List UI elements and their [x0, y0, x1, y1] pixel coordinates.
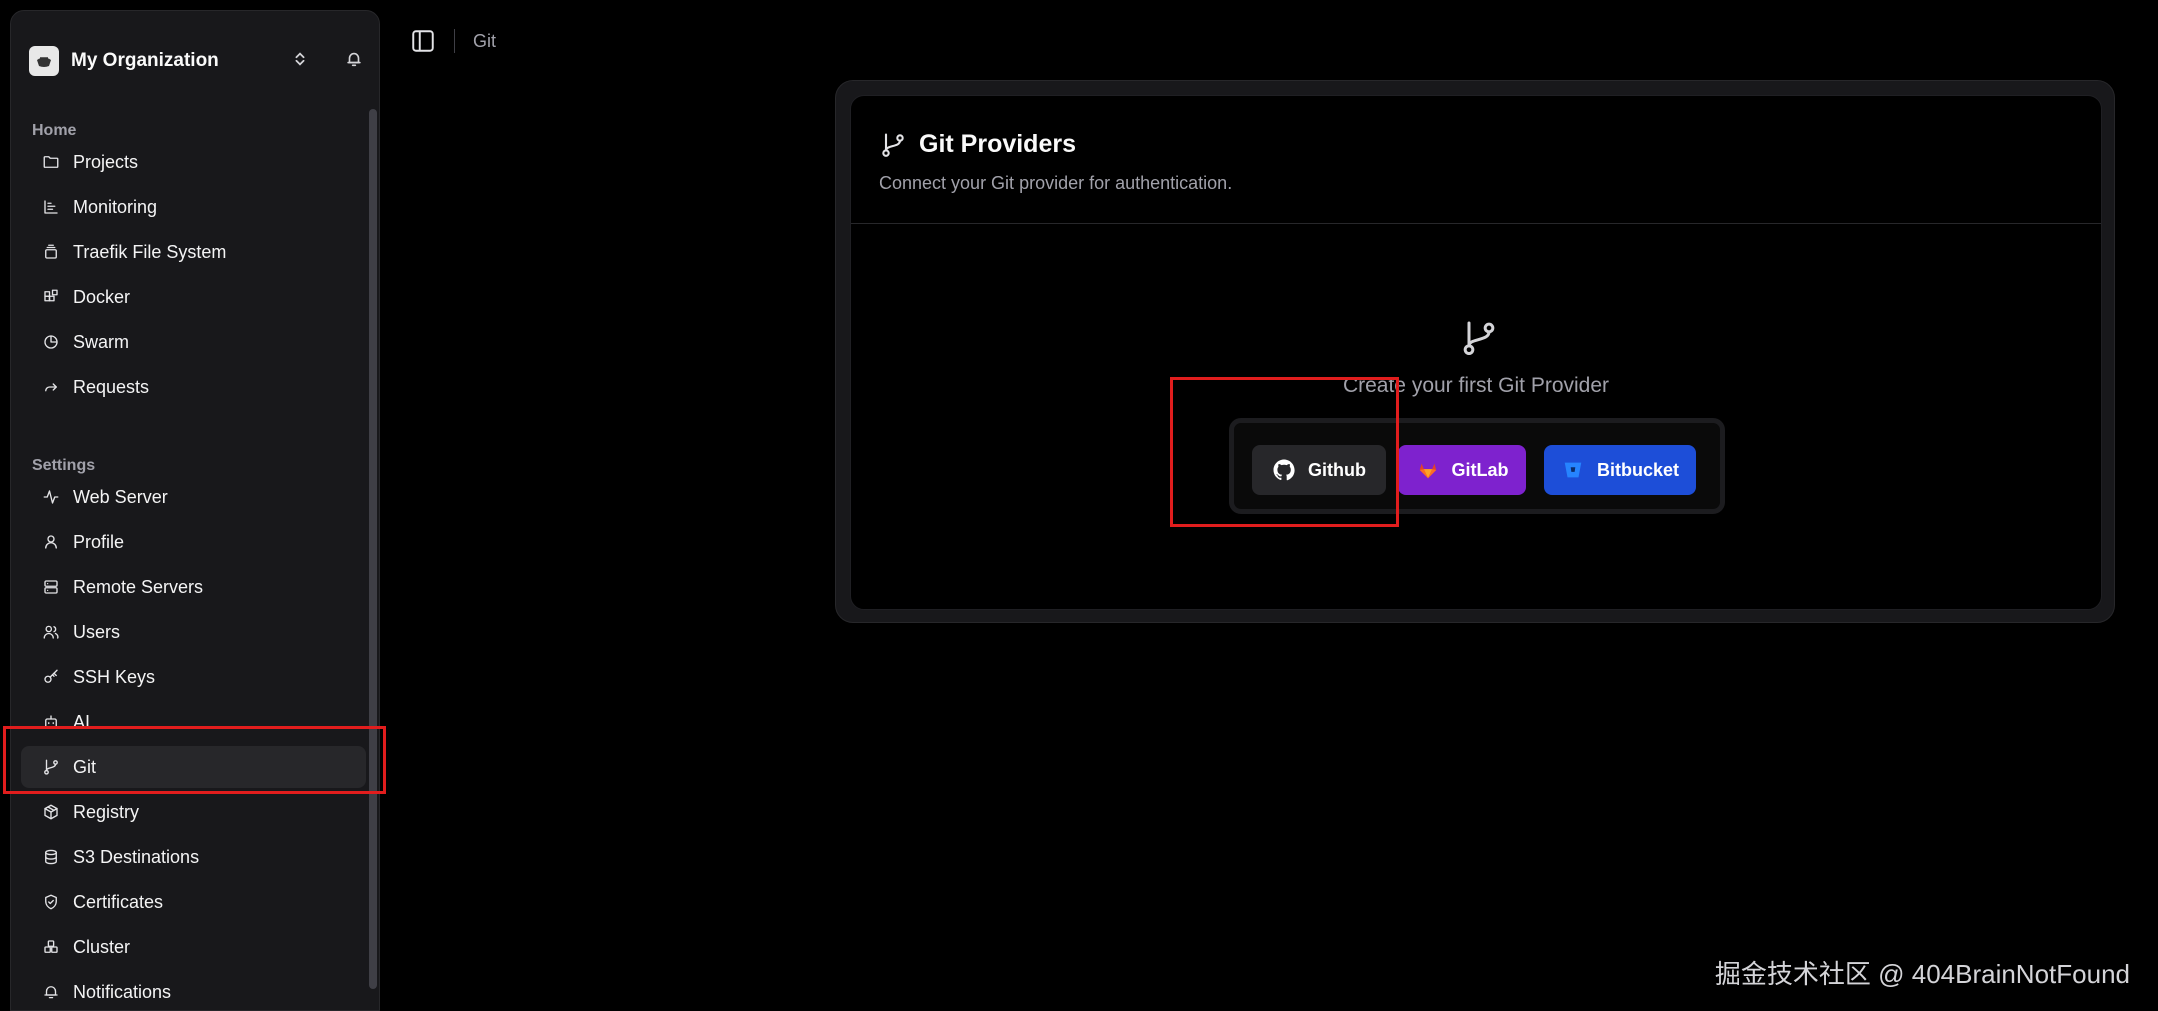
bitbucket-icon — [1561, 458, 1585, 482]
sidebar-item-label: SSH Keys — [73, 666, 156, 687]
github-button[interactable]: Github — [1252, 445, 1386, 495]
section-label-settings: Settings — [32, 457, 96, 474]
gitlab-button[interactable]: GitLab — [1398, 445, 1526, 495]
org-switcher[interactable]: My Organization — [29, 33, 369, 89]
user-icon — [41, 532, 61, 552]
git-providers-card: Git Providers Connect your Git provider … — [850, 95, 2102, 610]
activity-icon — [41, 487, 61, 507]
sidebar-item-label: S3 Destinations — [73, 846, 200, 867]
section-label-home: Home — [32, 122, 77, 139]
git-providers-card-frame: Git Providers Connect your Git provider … — [835, 80, 2115, 623]
breadcrumb[interactable]: Git — [473, 31, 496, 52]
sidebar-item-remote-servers[interactable]: Remote Servers — [21, 566, 366, 608]
sidebar-item-label: Docker — [73, 286, 131, 307]
sidebar-item-label: Monitoring — [73, 196, 158, 217]
package-icon — [41, 802, 61, 822]
org-name: My Organization — [71, 50, 219, 71]
sidebar-item-label: Registry — [73, 801, 140, 822]
sidebar-item-s3-destinations[interactable]: S3 Destinations — [21, 836, 366, 878]
git-branch-icon — [1459, 318, 1499, 358]
empty-state-text: Create your first Git Provider — [1342, 374, 1610, 397]
sidebar-item-notifications[interactable]: Notifications — [21, 971, 366, 1010]
sidebar-item-label: Git — [73, 756, 97, 777]
watermark: 掘金技术社区 @ 404BrainNotFound — [1714, 959, 2130, 989]
chevrons-up-down-icon[interactable] — [285, 50, 315, 73]
sidebar-item-label: Swarm — [73, 331, 130, 352]
sidebar-item-label: Web Server — [73, 486, 168, 507]
sidebar-item-label: Cluster — [73, 936, 131, 957]
sidebar-item-certificates[interactable]: Certificates — [21, 881, 366, 923]
shield-check-icon — [41, 892, 61, 912]
database-icon — [41, 847, 61, 867]
sidebar-item-monitoring[interactable]: Monitoring — [21, 186, 366, 228]
sidebar-item-docker[interactable]: Docker — [21, 276, 366, 318]
sidebar-item-ssh-keys[interactable]: SSH Keys — [21, 656, 366, 698]
bitbucket-button-label: Bitbucket — [1596, 459, 1679, 480]
provider-buttons-group: Github GitLab Bitbucket — [1229, 418, 1725, 514]
sidebar-item-label: Projects — [73, 151, 139, 172]
sidebar: My Organization Home Projects Monitoring T… — [10, 10, 380, 1011]
sidebar-item-ai[interactable]: AI — [21, 701, 366, 743]
blocks-icon — [41, 287, 61, 307]
file-stack-icon — [41, 242, 61, 262]
gitlab-icon — [1416, 458, 1440, 482]
sidebar-item-label: Remote Servers — [73, 576, 204, 597]
users-icon — [41, 622, 61, 642]
sidebar-item-projects[interactable]: Projects — [21, 141, 366, 183]
sidebar-item-label: Requests — [73, 376, 150, 397]
sidebar-item-users[interactable]: Users — [21, 611, 366, 653]
card-description: Connect your Git provider for authentica… — [879, 173, 1233, 193]
card-header: Git Providers Connect your Git provider … — [851, 96, 2101, 224]
forward-arrow-icon — [41, 377, 61, 397]
server-icon — [41, 577, 61, 597]
sidebar-item-label: Users — [73, 621, 121, 642]
sidebar-item-requests[interactable]: Requests — [21, 366, 366, 408]
sidebar-item-label: Profile — [73, 531, 125, 552]
bitbucket-button[interactable]: Bitbucket — [1544, 445, 1696, 495]
bell-icon — [41, 982, 61, 1002]
sidebar-item-label: Certificates — [73, 891, 164, 912]
org-logo-icon — [29, 46, 59, 76]
card-title-text: Git Providers — [919, 130, 1076, 158]
sidebar-item-label: Notifications — [73, 981, 172, 1002]
gitlab-button-label: GitLab — [1451, 459, 1509, 480]
sidebar-item-label: AI — [73, 711, 91, 732]
sidebar-item-cluster[interactable]: Cluster — [21, 926, 366, 968]
sidebar-item-traefik-file-system[interactable]: Traefik File System — [21, 231, 366, 273]
sidebar-item-profile[interactable]: Profile — [21, 521, 366, 563]
github-icon — [1272, 458, 1296, 482]
topbar: Git — [400, 18, 496, 64]
sidebar-item-swarm[interactable]: Swarm — [21, 321, 366, 363]
sidebar-scrollbar[interactable] — [369, 109, 377, 989]
folder-icon — [41, 152, 61, 172]
git-branch-icon — [879, 131, 907, 159]
page-title: Git Providers — [879, 130, 2073, 159]
chart-icon — [41, 197, 61, 217]
bell-icon[interactable] — [339, 50, 369, 73]
sidebar-item-git[interactable]: Git — [21, 746, 366, 788]
sidebar-item-web-server[interactable]: Web Server — [21, 476, 366, 518]
sidebar-item-registry[interactable]: Registry — [21, 791, 366, 833]
git-branch-icon — [41, 757, 61, 777]
pie-icon — [41, 332, 61, 352]
sidebar-item-label: Traefik File System — [73, 241, 227, 262]
key-icon — [41, 667, 61, 687]
bot-icon — [41, 712, 61, 732]
github-button-label: Github — [1308, 459, 1366, 480]
boxes-icon — [41, 937, 61, 957]
topbar-divider — [454, 29, 455, 53]
sidebar-toggle-icon[interactable] — [400, 18, 446, 64]
